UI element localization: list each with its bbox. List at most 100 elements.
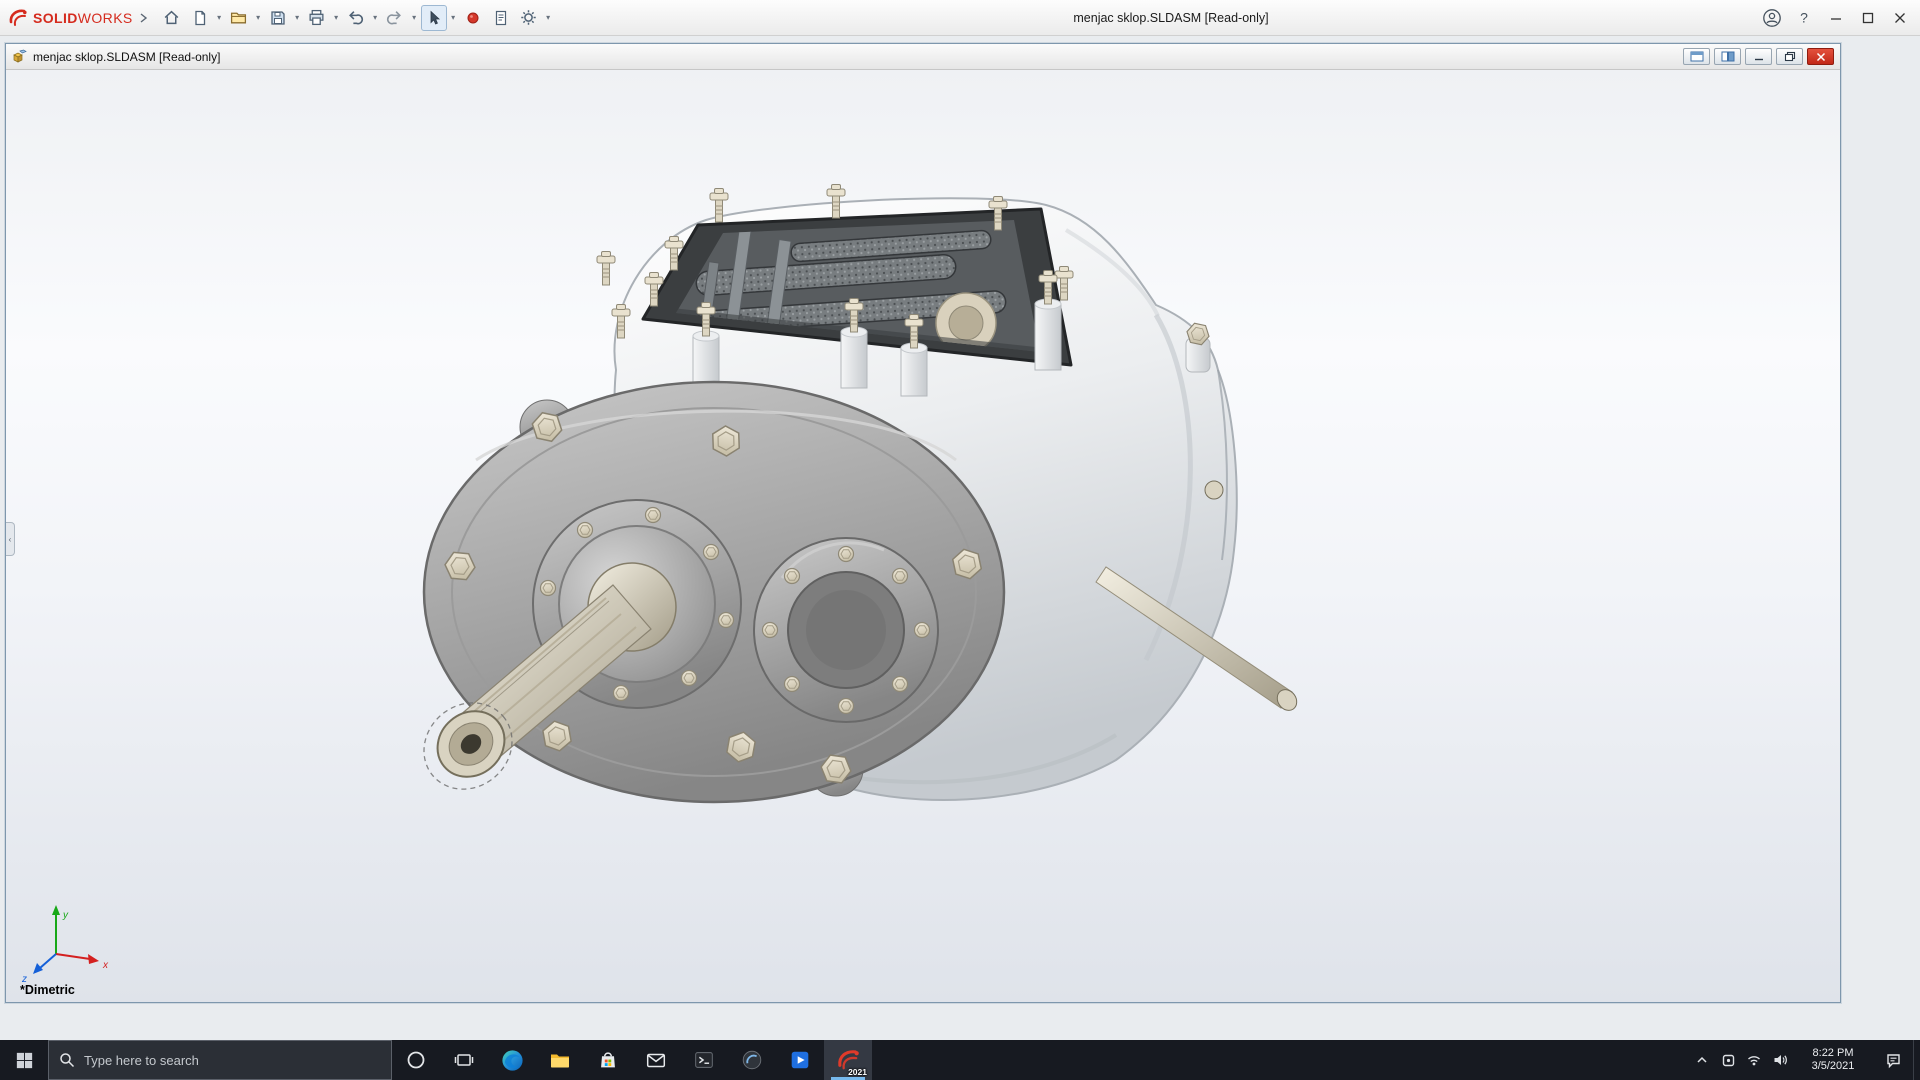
options-button[interactable] bbox=[516, 5, 542, 31]
open-file-icon bbox=[231, 12, 247, 24]
terminal-app-icon bbox=[695, 1052, 713, 1068]
svg-text:x: x bbox=[102, 960, 109, 971]
taskbar-search-box[interactable] bbox=[48, 1040, 392, 1080]
feature-tree-collapse-tab[interactable]: ‹ bbox=[6, 522, 15, 556]
open-file-dropdown[interactable]: ▾ bbox=[253, 5, 264, 31]
windows-taskbar: 2021 8:22 PM bbox=[0, 1040, 1920, 1080]
solidworks-app-button[interactable]: 2021 bbox=[824, 1040, 872, 1080]
doc-minimize-button[interactable] bbox=[1745, 48, 1772, 65]
home-button[interactable] bbox=[159, 5, 185, 31]
print-button[interactable] bbox=[304, 5, 330, 31]
rebuild-icon bbox=[467, 12, 479, 23]
minimize-icon bbox=[1831, 18, 1841, 20]
brand-solid: SOLID bbox=[33, 9, 78, 26]
store-button[interactable] bbox=[584, 1040, 632, 1080]
document-titlebar[interactable]: menjac sklop.SLDASM [Read-only] bbox=[6, 44, 1840, 70]
system-tray: 8:22 PM 3/5/2021 bbox=[1689, 1040, 1920, 1080]
select-tool-button[interactable] bbox=[420, 4, 447, 31]
solidworks-version-badge: 2021 bbox=[848, 1067, 867, 1077]
search-input[interactable] bbox=[84, 1052, 381, 1068]
volume-button[interactable] bbox=[1767, 1040, 1793, 1080]
document-window-controls bbox=[1683, 48, 1834, 65]
solidworks-logo-icon bbox=[9, 9, 27, 26]
cascade-windows-button[interactable] bbox=[1714, 48, 1741, 65]
options-dropdown[interactable]: ▾ bbox=[543, 5, 554, 31]
maximize-button[interactable] bbox=[1852, 4, 1884, 32]
rebuild-button[interactable] bbox=[460, 5, 486, 31]
task-view-button[interactable] bbox=[440, 1040, 488, 1080]
gearbox-assembly-model[interactable] bbox=[6, 70, 1840, 1002]
brand-expand-chevron-icon[interactable] bbox=[138, 12, 148, 24]
redo-icon bbox=[387, 11, 402, 25]
select-cursor-icon bbox=[430, 10, 440, 25]
user-account-icon bbox=[1763, 9, 1781, 27]
app-titlebar: SOLIDWORKS ▾ ▾ ▾ ▾ ▾ ▾ ▾ ▾ menjac sklop.… bbox=[0, 0, 1920, 36]
save-button[interactable] bbox=[265, 5, 291, 31]
mail-button[interactable] bbox=[632, 1040, 680, 1080]
tile-windows-button[interactable] bbox=[1683, 48, 1710, 65]
search-icon bbox=[60, 1053, 75, 1068]
orientation-triad: y x z bbox=[21, 905, 109, 985]
volume-icon bbox=[1774, 1055, 1787, 1065]
tile-window-icon bbox=[1721, 51, 1734, 62]
svg-text:y: y bbox=[62, 910, 69, 921]
media-app-icon bbox=[791, 1051, 809, 1069]
help-icon: ? bbox=[1800, 10, 1808, 26]
assembly-doc-icon bbox=[13, 49, 27, 63]
doc-restore-button[interactable] bbox=[1776, 48, 1803, 65]
undo-button[interactable] bbox=[343, 5, 369, 31]
tray-app-icon bbox=[1722, 1054, 1734, 1066]
print-dropdown[interactable]: ▾ bbox=[331, 5, 342, 31]
show-desktop-button[interactable] bbox=[1913, 1040, 1920, 1080]
options-gear-icon bbox=[521, 10, 536, 25]
feature-tree-collapse-icon: ‹ bbox=[8, 534, 12, 544]
taskbar-clock[interactable]: 8:22 PM 3/5/2021 bbox=[1793, 1040, 1873, 1080]
graphics-viewport[interactable]: y x z *Dimetric ‹ bbox=[6, 70, 1840, 1002]
file-explorer-button[interactable] bbox=[536, 1040, 584, 1080]
save-icon bbox=[271, 10, 285, 25]
terminal-app-button[interactable] bbox=[680, 1040, 728, 1080]
action-center-button[interactable] bbox=[1873, 1040, 1913, 1080]
chevron-up-icon bbox=[1697, 1056, 1707, 1063]
triad-y-axis: y bbox=[52, 905, 69, 954]
save-dropdown[interactable]: ▾ bbox=[292, 5, 303, 31]
brand-wordmark: SOLIDWORKS bbox=[33, 10, 133, 26]
media-app-button[interactable] bbox=[776, 1040, 824, 1080]
round-app-icon bbox=[742, 1050, 762, 1070]
undo-icon bbox=[349, 11, 364, 25]
network-button[interactable] bbox=[1741, 1040, 1767, 1080]
minimize-button[interactable] bbox=[1820, 4, 1852, 32]
edge-button[interactable] bbox=[488, 1040, 536, 1080]
close-button[interactable] bbox=[1884, 4, 1916, 32]
file-properties-icon bbox=[495, 10, 506, 25]
undo-dropdown[interactable]: ▾ bbox=[370, 5, 381, 31]
tray-expand-button[interactable] bbox=[1689, 1040, 1715, 1080]
maximize-icon bbox=[1862, 12, 1874, 24]
app-title: menjac sklop.SLDASM [Read-only] bbox=[1073, 11, 1269, 25]
start-button[interactable] bbox=[0, 1040, 48, 1080]
restore-icon bbox=[1784, 51, 1795, 62]
clock-date: 3/5/2021 bbox=[1811, 1060, 1855, 1072]
minimize-icon bbox=[1754, 58, 1763, 60]
output-bearing-cover[interactable] bbox=[753, 537, 939, 723]
new-file-icon bbox=[195, 10, 205, 25]
edge-icon bbox=[501, 1049, 523, 1071]
doc-close-button[interactable] bbox=[1807, 48, 1834, 65]
account-button[interactable] bbox=[1756, 4, 1788, 32]
new-file-button[interactable] bbox=[187, 5, 213, 31]
cortana-button[interactable] bbox=[392, 1040, 440, 1080]
open-file-button[interactable] bbox=[226, 5, 252, 31]
help-button[interactable]: ? bbox=[1788, 4, 1820, 32]
app-window-controls: ? bbox=[1756, 0, 1916, 36]
file-properties-button[interactable] bbox=[488, 5, 514, 31]
tray-app-button[interactable] bbox=[1715, 1040, 1741, 1080]
redo-dropdown[interactable]: ▾ bbox=[409, 5, 420, 31]
round-app-button[interactable] bbox=[728, 1040, 776, 1080]
close-icon bbox=[1816, 52, 1825, 61]
cortana-icon bbox=[407, 1051, 425, 1069]
windows-start-icon bbox=[16, 1052, 32, 1068]
new-file-dropdown[interactable]: ▾ bbox=[214, 5, 225, 31]
select-tool-dropdown[interactable]: ▾ bbox=[448, 5, 459, 31]
svg-text:?: ? bbox=[1800, 10, 1808, 26]
redo-button[interactable] bbox=[382, 5, 408, 31]
